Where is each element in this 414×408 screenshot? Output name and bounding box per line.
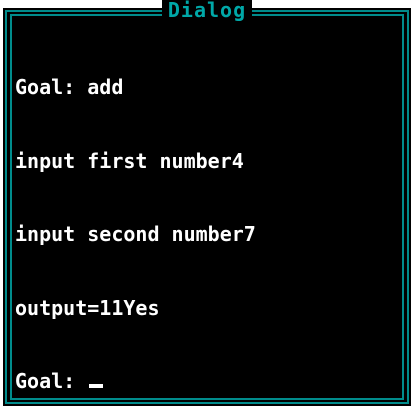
prompt-text: Goal: [15,369,88,393]
dialog-window: Dialog Goal: add input first number4 inp… [3,0,411,406]
console-line: input second number7 [15,222,256,246]
console-line: output=11Yes [15,295,160,320]
dialog-title: Dialog [161,0,253,21]
console-line: Goal: add [15,75,124,99]
console-line: input first number4 [15,148,244,173]
console-output[interactable]: Goal: add input first number4 input seco… [15,26,399,394]
text-cursor [89,384,104,388]
prompt-line[interactable]: Goal: [15,369,399,394]
title-bar: Dialog [3,0,411,21]
